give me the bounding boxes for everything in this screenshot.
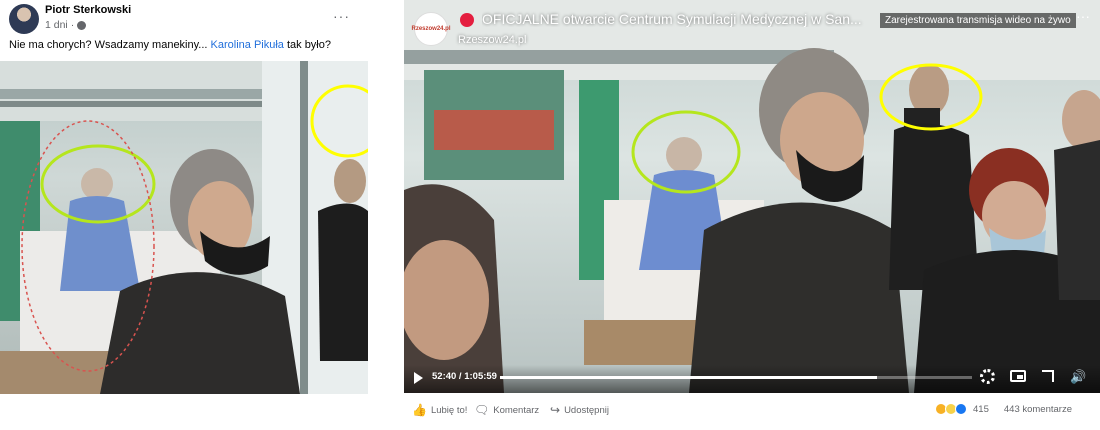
like-reaction-icon <box>955 403 968 415</box>
right-video-post: Rzeszow24.pl OFICJALNE otwarcie Centrum … <box>404 0 1100 430</box>
comment-label: Komentarz <box>493 404 540 416</box>
thumbs-up-icon: 👍 <box>412 403 427 417</box>
video-player[interactable]: Rzeszow24.pl OFICJALNE otwarcie Centrum … <box>404 0 1100 393</box>
play-icon[interactable] <box>414 372 423 384</box>
settings-gear-icon[interactable] <box>980 369 995 384</box>
video-title[interactable]: OFICJALNE otwarcie Centrum Symulacji Med… <box>482 11 874 27</box>
left-facebook-post: Piotr Sterkowski 1 dni · ··· Nie ma chor… <box>0 0 368 430</box>
live-indicator-icon <box>460 13 474 27</box>
video-frame <box>404 0 1100 393</box>
post-meta: 1 dni · <box>45 19 87 31</box>
post-time[interactable]: 1 dni <box>45 19 68 31</box>
hospital-room-photo <box>0 61 368 394</box>
reaction-summary[interactable]: 415 443 komentarze <box>935 403 1072 415</box>
more-options-icon[interactable]: ··· <box>333 8 350 24</box>
progress-bar[interactable] <box>500 376 972 379</box>
share-button[interactable]: ↪ Udostępnij <box>550 403 609 417</box>
tagged-person-link[interactable]: Karolina Pikuła <box>211 39 284 51</box>
post-action-bar: 👍 Lubię to! 🗨 Komentarz ↪ Udostępnij 415… <box>404 398 1100 422</box>
video-time: 52:40 / 1:05:59 <box>432 371 497 382</box>
meta-separator: · <box>70 19 75 31</box>
post-photo[interactable] <box>0 61 368 394</box>
comment-icon: 🗨 <box>474 403 490 417</box>
fullscreen-icon[interactable] <box>1042 370 1054 382</box>
globe-icon <box>77 20 87 30</box>
share-icon: ↪ <box>550 403 561 417</box>
video-channel-name[interactable]: Rzeszow24.pl <box>458 34 526 46</box>
picture-in-picture-icon[interactable] <box>1010 370 1026 382</box>
progress-fill <box>500 376 877 379</box>
like-button[interactable]: 👍 Lubię to! <box>412 403 467 417</box>
comments-count[interactable]: 443 komentarze <box>1004 404 1072 415</box>
like-label: Lubię to! <box>430 404 468 416</box>
volume-icon[interactable]: 🔊 <box>1070 369 1086 385</box>
post-text-start: Nie ma chorych? Wsadzamy manekiny... <box>9 39 211 51</box>
reactions-count: 415 <box>973 403 989 415</box>
recorded-live-badge: Zarejestrowana transmisja wideo na żywo <box>880 13 1076 28</box>
avatar[interactable] <box>9 4 39 34</box>
post-header: Piotr Sterkowski 1 dni · ··· <box>9 4 364 34</box>
video-more-options-icon[interactable]: ··· <box>1076 8 1090 24</box>
channel-logo[interactable]: Rzeszow24.pl <box>412 12 451 46</box>
share-label: Udostępnij <box>564 404 609 416</box>
video-controls: 52:40 / 1:05:59 🔊 <box>404 365 1100 393</box>
author-name[interactable]: Piotr Sterkowski <box>45 4 131 16</box>
post-text: Nie ma chorych? Wsadzamy manekiny... Kar… <box>9 39 331 51</box>
post-text-end: tak było? <box>283 39 331 51</box>
comment-button[interactable]: 🗨 Komentarz <box>474 403 539 417</box>
